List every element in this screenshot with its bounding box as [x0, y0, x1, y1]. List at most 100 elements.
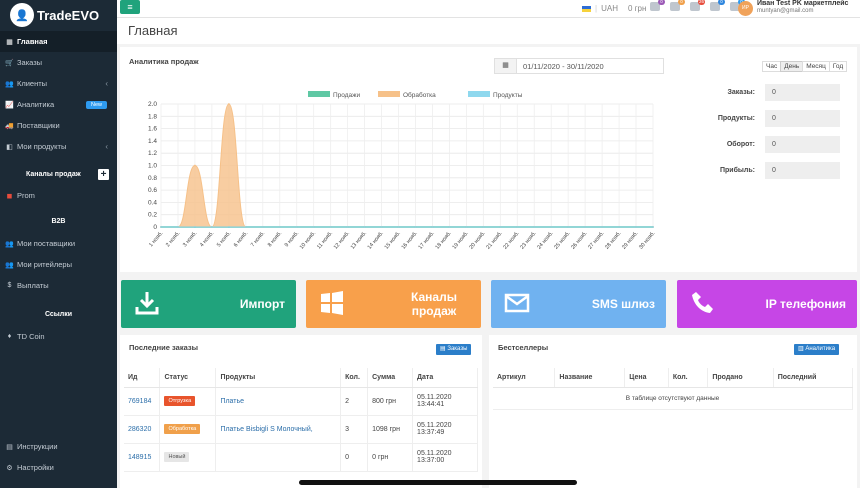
legend-swatch[interactable]	[308, 91, 330, 97]
logo[interactable]: 👤 TradeEVO	[0, 0, 117, 30]
tile-button[interactable]: Каналы продаж	[306, 280, 481, 328]
data-point[interactable]	[227, 103, 230, 105]
data-point[interactable]	[363, 226, 366, 228]
data-point[interactable]	[618, 226, 620, 228]
column-header[interactable]: Ид	[124, 368, 161, 388]
sidebar-item[interactable]: ◼ Prom	[0, 185, 117, 206]
data-point[interactable]	[160, 226, 162, 228]
order-id-link[interactable]: 286320	[128, 426, 151, 433]
order-id-link[interactable]: 769184	[128, 398, 151, 405]
data-point[interactable]	[177, 226, 179, 228]
column-header[interactable]: Кол.	[340, 368, 369, 388]
sidebar-item[interactable]: 📈 Аналитика New	[0, 94, 117, 115]
sidebar-item[interactable]: 👥 Клиенты ‹	[0, 73, 117, 94]
message-icon[interactable]: 0	[670, 0, 685, 11]
data-point[interactable]	[244, 226, 247, 228]
sidebar-item[interactable]: ♦ TD Coin	[0, 326, 117, 347]
data-point[interactable]	[312, 226, 315, 228]
column-header[interactable]: Артикул	[493, 368, 556, 388]
date-range-picker[interactable]: ▦ 01/11/2020 - 30/11/2020	[494, 58, 664, 74]
orders-table: Ид Статус Продукты Кол. Сумма Дата 769184 Отгр…	[124, 368, 478, 472]
sidebar-item[interactable]: 👥 Мои поставщики	[0, 233, 117, 254]
column-header[interactable]: Сумма	[367, 368, 414, 388]
legend-swatch[interactable]	[468, 91, 490, 97]
menu-toggle-button[interactable]: ≡	[120, 0, 140, 14]
mail-icon[interactable]: 0	[710, 0, 725, 11]
period-button[interactable]: Час	[762, 61, 782, 72]
sidebar-item[interactable]: 👥 Мои ритейлеры	[0, 254, 117, 275]
currency-display[interactable]: | UAH 0 грн	[582, 4, 646, 13]
orders-button[interactable]: ▤ Заказы	[436, 344, 472, 355]
period-button[interactable]: День	[780, 61, 804, 72]
tile-button[interactable]: IP телефония	[677, 280, 857, 328]
status-badge: Обработка	[164, 424, 201, 434]
legend-swatch[interactable]	[378, 91, 400, 97]
data-point[interactable]	[516, 226, 519, 228]
data-point[interactable]	[329, 226, 332, 228]
legend-label[interactable]: Продажи	[333, 92, 361, 99]
table-row[interactable]: 148915 Новый 0 0 грн 05.11.2020 13:37:00	[124, 443, 478, 472]
table-row[interactable]: 769184 Отгрузка Платье 2 800 грн 05.11.2020 13…	[124, 387, 478, 416]
column-header[interactable]: Кол.	[668, 368, 709, 388]
data-point[interactable]	[499, 226, 502, 228]
data-point[interactable]	[465, 226, 468, 228]
sidebar-item[interactable]: $ Выплаты	[0, 275, 117, 296]
y-tick-label: 1.4	[148, 138, 157, 145]
sidebar-item[interactable]: ▤ Инструкции	[0, 436, 117, 457]
column-header[interactable]: Продукты	[215, 368, 342, 388]
data-point[interactable]	[635, 226, 637, 228]
column-header[interactable]: Продано	[707, 368, 774, 388]
data-point[interactable]	[227, 226, 230, 228]
data-point[interactable]	[567, 226, 570, 228]
data-point[interactable]	[550, 226, 553, 228]
chart-icon: 📈	[5, 101, 14, 109]
data-point[interactable]	[261, 226, 264, 228]
add-channel-button[interactable]: +	[98, 168, 109, 180]
data-point[interactable]	[295, 226, 298, 228]
cart-icon[interactable]: 26	[690, 0, 705, 11]
data-point[interactable]	[533, 226, 536, 228]
data-point[interactable]	[652, 226, 654, 228]
period-button[interactable]: Месяц	[802, 61, 830, 72]
product-link[interactable]: Платье Bisbigli S Молочный,	[220, 426, 312, 433]
data-point[interactable]	[210, 226, 213, 228]
data-point[interactable]	[448, 226, 451, 228]
data-point[interactable]	[431, 226, 434, 228]
tile-button[interactable]: Импорт	[121, 280, 296, 328]
box-icon: ◧	[6, 143, 13, 151]
sidebar-item[interactable]: ▦ Главная	[0, 31, 117, 52]
analytics-button[interactable]: ▥ Аналитика	[794, 344, 840, 355]
legend-label[interactable]: Обработка	[403, 91, 436, 99]
y-tick-label: 0.6	[148, 187, 157, 194]
legend-label[interactable]: Продукты	[493, 92, 523, 99]
column-header[interactable]: Цена	[624, 368, 669, 388]
sidebar-item[interactable]: ◧ Мои продукты ‹	[0, 136, 117, 157]
sidebar-item[interactable]: ⚙ Настройки	[0, 457, 117, 478]
avatar[interactable]: ИР	[738, 1, 753, 16]
column-header[interactable]: Дата	[412, 368, 478, 388]
data-point[interactable]	[397, 226, 400, 228]
column-header[interactable]: Название	[554, 368, 626, 388]
data-point[interactable]	[601, 226, 604, 228]
data-point[interactable]	[414, 226, 417, 228]
bell-icon[interactable]: 0	[650, 0, 665, 11]
sidebar-item[interactable]: 🚚 Поставщики	[0, 115, 117, 136]
gear-icon: ⚙	[6, 464, 13, 472]
stat-row: Оборот: 0	[700, 136, 840, 153]
data-point[interactable]	[194, 164, 196, 167]
table-row[interactable]: 286320 Обработка Платье Bisbigli S Молочны…	[124, 415, 478, 444]
data-point[interactable]	[278, 226, 281, 228]
user-name[interactable]: Иван Test PK маркетплейс	[757, 0, 848, 7]
data-point[interactable]	[380, 226, 383, 228]
tile-button[interactable]: SMS шлюз	[491, 280, 666, 328]
data-point[interactable]	[584, 226, 587, 228]
column-header[interactable]: Последний	[773, 368, 854, 388]
product-link[interactable]: Платье	[220, 398, 244, 405]
data-point[interactable]	[482, 226, 485, 228]
column-header[interactable]: Статус	[159, 368, 217, 388]
data-point[interactable]	[346, 226, 349, 228]
order-id-link[interactable]: 148915	[128, 454, 151, 461]
sidebar-item[interactable]: 🛒 Заказы	[0, 52, 117, 73]
period-button[interactable]: Год	[828, 61, 848, 72]
data-point[interactable]	[194, 226, 196, 228]
